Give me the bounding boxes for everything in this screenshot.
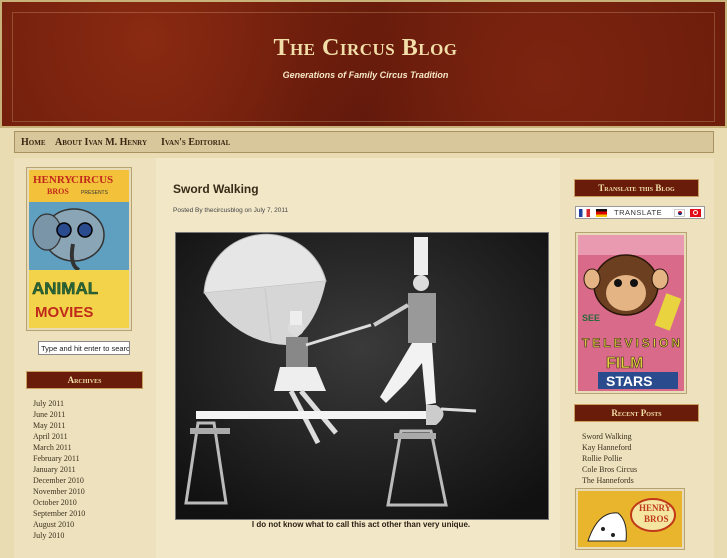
archive-link[interactable]: August 2010	[33, 519, 74, 530]
recent-post-link[interactable]: Rollie Pollie	[582, 453, 622, 464]
archives-heading: Archives	[26, 371, 143, 389]
poster-word-circus: CIRCUS	[71, 174, 113, 186]
archive-link[interactable]: October 2010	[33, 497, 77, 508]
poster-word-television: TELEVISION	[582, 336, 680, 350]
recent-post-link[interactable]: The Hannefords	[582, 475, 634, 486]
poster-word-film: FILM	[606, 355, 643, 372]
korea-flag-emblem	[678, 211, 682, 215]
germany-flag-icon[interactable]	[596, 209, 607, 217]
television-film-stars-poster[interactable]: SEE TELEVISION FILM STARS	[576, 233, 686, 393]
henry-bros-poster[interactable]: HENRY BROS	[576, 489, 684, 549]
recent-post-link[interactable]: Sword Walking	[582, 431, 632, 442]
translate-heading: Translate this Blog	[574, 179, 699, 197]
post-title[interactable]: Sword Walking	[173, 182, 259, 196]
archive-link[interactable]: March 2011	[33, 442, 72, 453]
archive-link[interactable]: February 2011	[33, 453, 80, 464]
archive-link[interactable]: September 2010	[33, 508, 85, 519]
poster-word-henry: HENRY	[639, 503, 672, 513]
archive-link[interactable]: April 2011	[33, 431, 68, 442]
recent-post-link[interactable]: Cole Bros Circus	[582, 464, 637, 475]
nav-about[interactable]: About Ivan M. Henry	[55, 137, 147, 148]
site-title[interactable]: The Circus Blog	[2, 35, 727, 62]
archive-link[interactable]: November 2010	[33, 486, 85, 497]
archive-link[interactable]: May 2011	[33, 420, 65, 431]
sword-walking-photo	[176, 233, 548, 519]
elephant-poster-image: HENRY CIRCUS BROS PRESENTS ANIMAL MOVIES	[29, 170, 129, 328]
post-meta: Posted By thecircusblog on July 7, 2011	[173, 207, 289, 214]
archive-link[interactable]: June 2011	[33, 409, 65, 420]
translate-widget[interactable]: TRANSLATE	[575, 206, 705, 219]
recent-posts-heading: Recent Posts	[574, 404, 699, 422]
poster-word-bros: BROS	[47, 187, 69, 196]
site-description: Generations of Family Circus Tradition	[282, 70, 449, 80]
poster-word-presents: PRESENTS	[81, 190, 109, 196]
turkey-flag-icon[interactable]	[690, 209, 701, 217]
horse-poster-image: HENRY BROS	[578, 491, 682, 547]
post-photo[interactable]	[175, 232, 549, 520]
poster-word-animal: ANIMAL	[32, 279, 98, 298]
archive-link[interactable]: January 2011	[33, 464, 76, 475]
turkey-flag-crescent	[693, 210, 698, 215]
france-flag-icon[interactable]	[579, 209, 590, 217]
search-input[interactable]: Type and hit enter to search	[38, 341, 130, 355]
korea-flag-icon[interactable]	[674, 209, 685, 217]
poster-word-movies: MOVIES	[35, 304, 93, 321]
poster-word-see: SEE	[582, 313, 600, 323]
photo-caption: I do not know what to call this act othe…	[251, 520, 471, 529]
poster-word-stars: STARS	[606, 373, 652, 389]
archive-link[interactable]: December 2010	[33, 475, 84, 486]
nav-home[interactable]: Home	[21, 137, 46, 148]
main-nav: Home About Ivan M. Henry Ivan's Editoria…	[14, 131, 714, 153]
archive-link[interactable]: July 2011	[33, 398, 64, 409]
animal-movies-poster[interactable]: HENRY CIRCUS BROS PRESENTS ANIMAL MOVIES	[27, 168, 131, 330]
site-header: The Circus Blog Generations of Family Ci…	[0, 0, 727, 128]
archive-link[interactable]: July 2010	[33, 530, 64, 541]
poster-word-henry: HENRY	[33, 174, 72, 186]
recent-post-link[interactable]: Kay Hanneford	[582, 442, 632, 453]
translate-label[interactable]: TRANSLATE	[614, 208, 662, 217]
nav-editorial[interactable]: Ivan's Editorial	[161, 137, 230, 148]
chimp-poster-image: SEE TELEVISION FILM STARS	[578, 235, 684, 391]
poster-word-bros: BROS	[644, 514, 669, 524]
